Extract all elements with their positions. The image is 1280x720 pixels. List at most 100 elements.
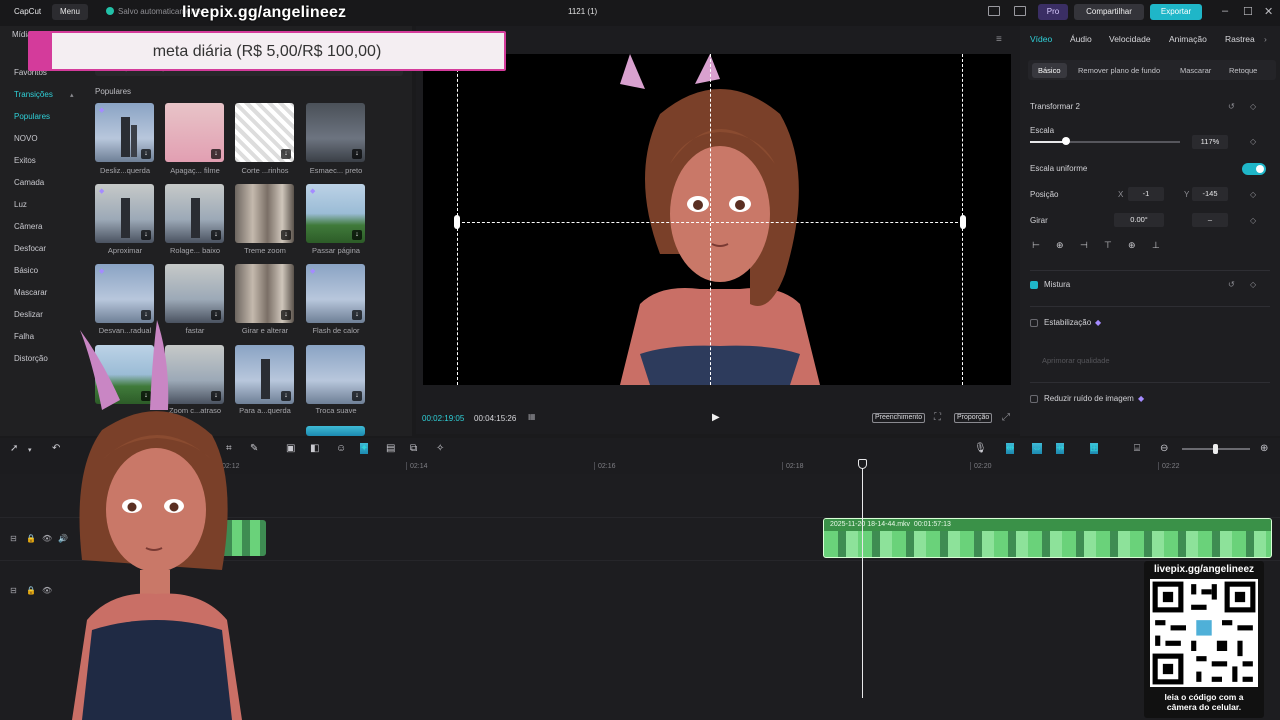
sidebar-item-camera[interactable]: Câmera <box>14 222 42 231</box>
sidebar-item-desfocar[interactable]: Desfocar <box>14 244 46 253</box>
sidebar-item-populares[interactable]: Populares <box>14 112 50 121</box>
sidebar-item-falha[interactable]: Falha <box>14 332 34 341</box>
caption-icon[interactable]: ▤ <box>386 443 395 454</box>
link-main-icon[interactable]: ⇹ <box>1006 443 1015 454</box>
hamburger-icon[interactable]: ≡ <box>996 34 1002 45</box>
transition-tile[interactable]: ◆ ↓ <box>95 103 154 162</box>
close-icon[interactable]: ✕ <box>1264 5 1273 18</box>
align-middle-icon[interactable]: ⊕ <box>1128 240 1136 251</box>
align-center-icon[interactable]: ⊕ <box>1056 240 1064 251</box>
playhead-handle[interactable] <box>858 459 867 469</box>
fullscreen-icon[interactable]: ⤢ <box>1002 412 1010 423</box>
stabilize-checkbox[interactable] <box>1030 319 1038 327</box>
chevron-down-icon[interactable]: ▾ <box>28 446 32 454</box>
pos-x-input[interactable]: -1 <box>1128 187 1164 201</box>
blend-label[interactable]: Mistura <box>1044 280 1070 289</box>
download-icon[interactable]: ↓ <box>281 391 291 401</box>
undo-icon[interactable]: ↶ <box>52 443 60 454</box>
preview-axis-icon[interactable]: ⊞ <box>1090 443 1099 454</box>
denoise-checkbox[interactable] <box>1030 395 1038 403</box>
layout-icon[interactable] <box>988 6 1000 16</box>
tab-animation[interactable]: Animação <box>1169 34 1207 44</box>
sidebar-item-deslizar[interactable]: Deslizar <box>14 310 43 319</box>
transition-tile[interactable]: ◆ ↓ <box>306 184 365 243</box>
minimize-icon[interactable]: – <box>1222 5 1228 17</box>
maximize-icon[interactable]: ☐ <box>1243 5 1253 18</box>
download-icon[interactable]: ↓ <box>281 310 291 320</box>
download-icon[interactable]: ↓ <box>141 149 151 159</box>
transition-tile[interactable]: ↓ <box>306 103 365 162</box>
stabilize-label[interactable]: Estabilização <box>1044 318 1091 327</box>
align-left-icon[interactable]: ⊢ <box>1032 240 1040 251</box>
frame-icon[interactable]: ▣ <box>286 443 295 454</box>
screenshot-icon[interactable]: ⛶ <box>934 412 941 423</box>
play-icon[interactable]: ▶ <box>712 412 720 423</box>
download-icon[interactable]: ↓ <box>141 310 151 320</box>
share-button[interactable]: Compartilhar <box>1074 4 1144 20</box>
keyframe-icon[interactable]: ◇ <box>1250 137 1256 146</box>
tab-speed[interactable]: Velocidade <box>1109 34 1151 44</box>
resize-handle-left[interactable] <box>454 215 460 229</box>
sidebar-item-mascarar[interactable]: Mascarar <box>14 288 47 297</box>
zoom-slider-knob[interactable] <box>1213 444 1218 454</box>
grid-icon[interactable]: ▦ <box>528 412 536 421</box>
playhead[interactable] <box>862 460 863 698</box>
align-bottom-icon[interactable]: ⊥ <box>1152 240 1160 251</box>
select-tool-icon[interactable]: ➚ <box>10 443 18 454</box>
subtab-remove-bg[interactable]: Remover plano de fundo <box>1078 66 1160 75</box>
snap-icon[interactable]: ⇸ <box>1056 443 1065 454</box>
download-icon[interactable]: ↓ <box>352 149 362 159</box>
scale-value[interactable]: 117% <box>1192 135 1228 149</box>
transition-tile[interactable]: ◆ ↓ <box>306 264 365 323</box>
download-icon[interactable]: ↓ <box>211 149 221 159</box>
ai-edit-icon[interactable]: ✦ <box>360 443 369 454</box>
transition-tile[interactable] <box>306 426 365 436</box>
transition-tile[interactable]: ↓ <box>165 103 224 162</box>
eye-icon[interactable]: 👁 <box>42 586 52 595</box>
uniform-scale-toggle[interactable] <box>1242 163 1266 175</box>
ratio-button[interactable]: Proporção <box>954 413 993 423</box>
sidebar-item-transicoes[interactable]: Transições <box>14 90 53 99</box>
transition-tile[interactable]: ↓ <box>235 184 294 243</box>
tab-tracking[interactable]: Rastrea <box>1225 34 1255 44</box>
caption-track-icon[interactable]: ⌸ <box>1134 443 1140 454</box>
denoise-label[interactable]: Reduzir ruído de imagem <box>1044 394 1134 403</box>
subtab-basic[interactable]: Básico <box>1032 63 1067 78</box>
transition-tile[interactable]: ↓ <box>165 184 224 243</box>
sidebar-item-basico[interactable]: Básico <box>14 266 38 275</box>
lock-icon[interactable]: 🔒 <box>26 534 36 543</box>
download-icon[interactable]: ↓ <box>141 230 151 240</box>
export-button[interactable]: Exportar <box>1150 4 1202 20</box>
transform-title[interactable]: Transformar 2 <box>1030 102 1080 111</box>
fill-button[interactable]: Preenchimento <box>872 413 926 423</box>
keyframe-icon[interactable]: ◇ <box>1250 190 1256 199</box>
extract-icon[interactable]: ⧉ <box>410 443 417 454</box>
menu-button[interactable]: Menu <box>52 4 88 20</box>
keyframe-icon[interactable]: ◇ <box>1250 102 1256 111</box>
chevron-right-icon[interactable]: › <box>1264 34 1267 44</box>
transition-tile[interactable]: ↓ <box>165 264 224 323</box>
transition-tile[interactable]: ◆ ↓ <box>95 184 154 243</box>
align-top-icon[interactable]: ⊤ <box>1104 240 1112 251</box>
lock-icon[interactable]: 🔒 <box>26 586 36 595</box>
align-right-icon[interactable]: ⊣ <box>1080 240 1088 251</box>
reset-icon[interactable]: ↺ <box>1228 102 1235 111</box>
download-icon[interactable]: ↓ <box>281 230 291 240</box>
sparkle-icon[interactable]: ✧ <box>436 443 444 454</box>
link-icon[interactable]: ⇔ <box>1032 443 1042 454</box>
video-clip-selected[interactable]: 2025-11-20 18-14-44.mkv 00:01:57:13 <box>823 518 1272 558</box>
pos-y-input[interactable]: -145 <box>1192 187 1228 201</box>
transition-tile[interactable]: ↓ <box>306 345 365 404</box>
tab-audio[interactable]: Áudio <box>1070 34 1092 44</box>
resize-handle-right[interactable] <box>960 215 966 229</box>
scale-slider-knob[interactable] <box>1062 137 1070 145</box>
microphone-icon[interactable]: 🎙 <box>974 443 987 454</box>
sidebar-item-luz[interactable]: Luz <box>14 200 27 209</box>
scale-slider[interactable] <box>1030 137 1180 145</box>
keyframe-icon[interactable]: ◇ <box>1250 216 1256 225</box>
subtab-retouch[interactable]: Retoque <box>1229 66 1257 75</box>
pro-badge[interactable]: Pro <box>1038 4 1068 20</box>
sidebar-item-camada[interactable]: Camada <box>14 178 44 187</box>
subtab-mask[interactable]: Mascarar <box>1180 66 1211 75</box>
download-icon[interactable]: ↓ <box>352 230 362 240</box>
